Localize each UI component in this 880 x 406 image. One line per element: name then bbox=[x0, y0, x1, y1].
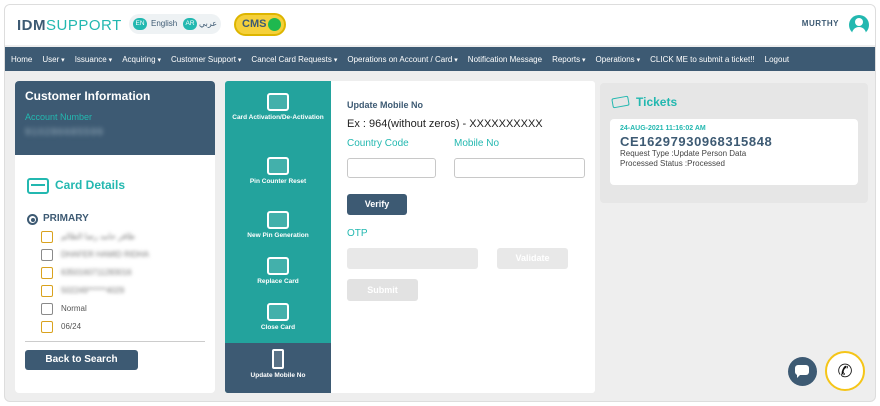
back-to-search-button[interactable]: Back to Search bbox=[25, 350, 138, 370]
nav-customer-support[interactable]: Customer Support bbox=[171, 55, 241, 64]
phone-call-icon[interactable]: ✆ bbox=[825, 351, 865, 391]
logo[interactable]: IDMSUPPORT bbox=[17, 17, 122, 34]
mobile-no-input[interactable] bbox=[454, 158, 585, 178]
mobile-phone-icon bbox=[272, 349, 284, 369]
primary-card-radio[interactable] bbox=[27, 214, 38, 225]
status-icon bbox=[41, 303, 53, 315]
country-code-label: Country Code bbox=[347, 138, 409, 149]
detail-row: Normal bbox=[41, 303, 211, 317]
mobile-no-label: Mobile No bbox=[454, 138, 500, 149]
nav-logout[interactable]: Logout bbox=[765, 55, 789, 64]
card-number-icon bbox=[41, 267, 53, 279]
detail-row: 502249******4029 bbox=[41, 285, 211, 299]
card-type-label: PRIMARY bbox=[43, 213, 89, 224]
user-avatar-icon[interactable] bbox=[849, 15, 869, 35]
language-switcher: EN English AR عربي bbox=[129, 14, 221, 34]
detail-row: DHAFER HAMID RIDHA bbox=[41, 249, 211, 263]
update-mobile-form: Update Mobile No Ex : 964(without zeros)… bbox=[331, 81, 595, 393]
action-update-mobile-no[interactable]: Update Mobile No bbox=[225, 343, 331, 393]
cms-toggle[interactable]: CMS bbox=[234, 13, 286, 36]
lang-ar-label[interactable]: عربي bbox=[199, 19, 217, 28]
tickets-title: Tickets bbox=[636, 95, 678, 109]
id-card-icon bbox=[41, 249, 53, 261]
card-details-icon bbox=[27, 178, 49, 194]
ticket-card[interactable]: 24-AUG-2021 11:16:02 AM CE16297930968315… bbox=[610, 119, 858, 185]
detail-row: 06/24 bbox=[41, 321, 211, 335]
detail-row: ظافر حامد رضا الظالم bbox=[41, 231, 211, 245]
nav-notification-message[interactable]: Notification Message bbox=[468, 55, 542, 64]
nav-user[interactable]: User bbox=[42, 55, 64, 64]
close-card-icon bbox=[267, 303, 289, 321]
ticket-request-type: Request Type :Update Person Data bbox=[620, 149, 747, 158]
ticket-status: Processed Status :Processed bbox=[620, 159, 725, 168]
replace-card-icon bbox=[267, 257, 289, 275]
action-close-card[interactable]: Close Card bbox=[225, 303, 331, 332]
nav-acquiring[interactable]: Acquiring bbox=[122, 55, 161, 64]
divider bbox=[25, 341, 205, 342]
ticket-number: CE16297930968315848 bbox=[620, 134, 773, 149]
otp-input[interactable] bbox=[347, 248, 478, 269]
nav-home[interactable]: Home bbox=[11, 55, 32, 64]
verify-button[interactable]: Verify bbox=[347, 194, 407, 215]
submit-button[interactable]: Submit bbox=[347, 279, 418, 301]
action-new-pin-generation[interactable]: New Pin Generation bbox=[225, 211, 331, 240]
form-title: Update Mobile No bbox=[347, 100, 423, 110]
username[interactable]: MURTHY bbox=[802, 19, 839, 28]
nav-cancel-card-requests[interactable]: Cancel Card Requests bbox=[251, 55, 337, 64]
lang-en-label[interactable]: English bbox=[151, 19, 177, 28]
action-card-activation[interactable]: Card Activation/De-Activation bbox=[225, 93, 331, 122]
nav-operations[interactable]: Operations bbox=[596, 55, 641, 64]
account-number-label: Account Number bbox=[25, 112, 93, 122]
tickets-panel: Tickets 24-AUG-2021 11:16:02 AM CE162979… bbox=[600, 83, 868, 203]
nav-submit-ticket[interactable]: CLICK ME to submit a ticket!! bbox=[650, 55, 754, 64]
nav-operations-account-card[interactable]: Operations on Account / Card bbox=[347, 55, 457, 64]
format-example: Ex : 964(without zeros) - XXXXXXXXXX bbox=[347, 118, 543, 130]
action-pin-counter-reset[interactable]: Pin Counter Reset bbox=[225, 157, 331, 186]
app-frame: IDMSUPPORT EN English AR عربي CMS MURTHY… bbox=[4, 4, 876, 402]
ticket-icon bbox=[611, 95, 630, 109]
calendar-icon bbox=[41, 321, 53, 333]
customer-panel: Customer Information Account Number 9102… bbox=[15, 81, 215, 393]
ticket-date: 24-AUG-2021 11:16:02 AM bbox=[620, 125, 706, 132]
nav-issuance[interactable]: Issuance bbox=[75, 55, 113, 64]
lang-en-badge[interactable]: EN bbox=[133, 18, 147, 30]
person-icon bbox=[41, 231, 53, 243]
pin-reset-icon bbox=[267, 157, 289, 175]
validate-button[interactable]: Validate bbox=[497, 248, 568, 269]
account-number-value: 910286685599 bbox=[25, 127, 104, 138]
detail-row: 6350160711283016 bbox=[41, 267, 211, 281]
top-header: IDMSUPPORT EN English AR عربي CMS MURTHY bbox=[5, 5, 875, 45]
new-pin-icon bbox=[267, 211, 289, 229]
masked-card-icon bbox=[41, 285, 53, 297]
customer-title: Customer Information bbox=[25, 89, 151, 103]
nav-reports[interactable]: Reports bbox=[552, 55, 585, 64]
main-nav: Home User Issuance Acquiring Customer Su… bbox=[5, 47, 875, 71]
lang-ar-badge[interactable]: AR bbox=[183, 18, 197, 30]
cms-status-dot bbox=[268, 18, 281, 31]
card-actions-sidebar: Card Activation/De-Activation Pin Counte… bbox=[225, 81, 331, 393]
country-code-input[interactable] bbox=[347, 158, 436, 178]
customer-header: Customer Information Account Number 9102… bbox=[15, 81, 215, 155]
card-activation-icon bbox=[267, 93, 289, 111]
otp-label: OTP bbox=[347, 228, 368, 239]
action-replace-card[interactable]: Replace Card bbox=[225, 257, 331, 286]
chat-icon[interactable] bbox=[788, 357, 817, 386]
